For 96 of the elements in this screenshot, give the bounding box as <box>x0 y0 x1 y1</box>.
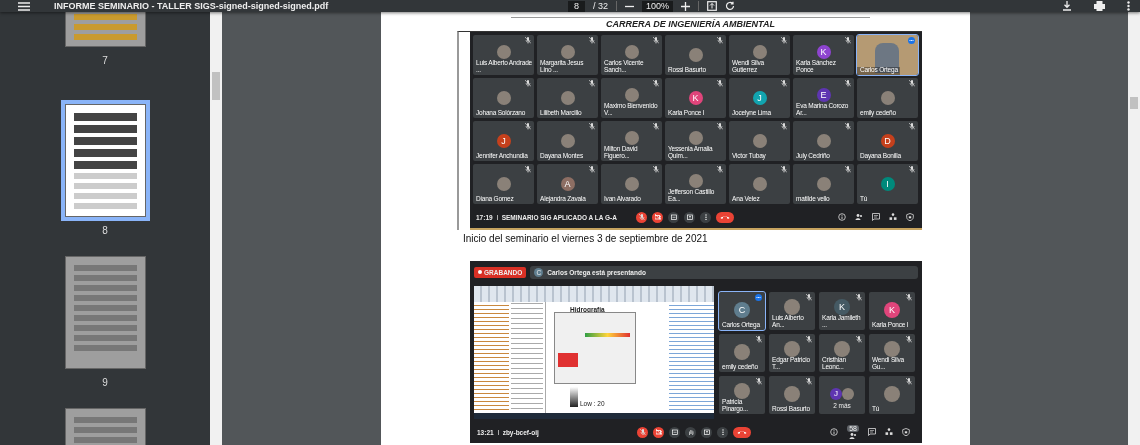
avatar-photo-placeholder <box>884 340 900 357</box>
zoom-in-icon[interactable] <box>681 1 691 11</box>
avatar-photo-placeholder <box>784 298 800 315</box>
hand-icon <box>687 428 694 436</box>
avatar-photo-placeholder <box>496 90 511 105</box>
people-icon[interactable] <box>855 213 863 221</box>
captions-icon <box>671 428 678 436</box>
image-caption: Inicio del seminario el viernes 3 de septiembre de 2021 <box>463 233 709 244</box>
avatar-photo-placeholder <box>624 44 639 59</box>
hang-up-button[interactable] <box>733 426 751 438</box>
avatar-letter: K <box>816 44 831 59</box>
avatar-photo-placeholder <box>784 385 800 402</box>
scrollbar[interactable] <box>1128 12 1140 445</box>
page-label: 8 <box>102 225 108 236</box>
avatar-letter: K <box>884 301 900 318</box>
avatar-letter: J <box>830 387 842 400</box>
more-button[interactable] <box>717 426 728 438</box>
shapes-icon[interactable] <box>885 428 893 436</box>
avatar-photo-placeholder <box>560 90 575 105</box>
avatar-photo-placeholder <box>734 382 750 399</box>
avatar-letter: K <box>688 90 703 105</box>
avatar-photo-placeholder <box>560 133 575 148</box>
avatar-photo-placeholder <box>834 340 850 357</box>
more-icon <box>702 213 709 221</box>
menu-icon[interactable] <box>18 1 30 11</box>
rotate-icon[interactable] <box>725 1 736 11</box>
avatar-photo-placeholder <box>816 133 831 148</box>
hang-up-button[interactable] <box>716 211 734 223</box>
present-button[interactable] <box>701 426 712 438</box>
avatar-letter: I <box>880 176 895 191</box>
avatar-photo-placeholder <box>496 44 511 59</box>
scrollbar[interactable] <box>210 12 222 445</box>
avatar-photo-placeholder <box>624 87 639 102</box>
avatar-photo-placeholder <box>842 387 854 400</box>
shield-lock-icon[interactable] <box>906 213 914 221</box>
avatar-photo-placeholder <box>560 44 575 59</box>
shapes-icon[interactable] <box>889 213 897 221</box>
avatar-photo-placeholder <box>752 44 767 59</box>
avatar-photo-placeholder <box>884 385 900 402</box>
avatar-photo-placeholder <box>734 343 750 360</box>
avatar-photo-placeholder <box>816 176 831 191</box>
avatar-photo-placeholder <box>624 130 639 145</box>
zoom-field[interactable]: 100% <box>642 0 674 12</box>
document-title: INFORME SEMINARIO - TALLER SIGS-signed-signed-signed.pdf <box>54 1 329 11</box>
chat-icon[interactable] <box>868 428 876 436</box>
avatar-letter: K <box>834 298 850 315</box>
captions-button[interactable] <box>668 211 679 223</box>
more-icon[interactable] <box>1127 1 1130 11</box>
people-icon[interactable] <box>849 431 858 440</box>
avatar-photo-placeholder <box>688 173 703 188</box>
more-icon <box>719 428 726 436</box>
page-label: 7 <box>102 55 108 66</box>
print-icon[interactable] <box>1094 1 1105 11</box>
avatar-letter: D <box>880 133 895 148</box>
avatar-photo-placeholder <box>496 176 511 191</box>
info-icon[interactable] <box>838 213 846 221</box>
shield-lock-icon[interactable] <box>902 428 910 436</box>
more-options-icon[interactable] <box>755 294 762 301</box>
captions-icon <box>670 213 677 221</box>
present-icon <box>703 428 710 436</box>
page-thumbnail[interactable] <box>64 12 146 47</box>
avatar-photo-placeholder <box>688 47 703 62</box>
avatar-photo-placeholder <box>752 176 767 191</box>
mic-off-button[interactable] <box>637 426 648 438</box>
page-heading: CARRERA DE INGENIERÍA AMBIENTAL <box>511 17 870 29</box>
captions-button[interactable] <box>669 426 680 438</box>
avatar-letter: J <box>752 90 767 105</box>
mic-off-icon <box>639 428 646 436</box>
raise-hand-button[interactable] <box>685 426 696 438</box>
camera-off-icon <box>654 213 661 221</box>
avatar-photo-placeholder <box>784 340 800 357</box>
avatar-photo-placeholder <box>688 130 703 145</box>
page-label: 9 <box>102 377 108 388</box>
mic-off-icon <box>638 213 645 221</box>
camera-off-icon <box>655 428 662 436</box>
page-count: / 32 <box>593 1 609 11</box>
fit-page-icon[interactable] <box>707 1 718 11</box>
download-icon[interactable] <box>1062 1 1072 11</box>
avatar-photo-placeholder <box>752 133 767 148</box>
gradient-legend <box>570 387 578 407</box>
avatar-letter: J <box>496 133 511 148</box>
chat-icon[interactable] <box>872 213 880 221</box>
avatar-photo-placeholder <box>624 176 639 191</box>
present-icon <box>686 213 693 221</box>
page-thumbnail[interactable] <box>64 256 146 369</box>
camera-off-button[interactable] <box>652 211 663 223</box>
mic-off-button[interactable] <box>636 211 647 223</box>
info-icon[interactable] <box>830 428 839 436</box>
page-number-field[interactable]: 8 <box>568 0 585 12</box>
avatar-letter: C <box>734 301 750 318</box>
camera-off-button[interactable] <box>653 426 664 438</box>
more-button[interactable] <box>700 211 711 223</box>
avatar-photo-placeholder <box>880 90 895 105</box>
avatar-letter: E <box>816 87 831 102</box>
avatar-letter: A <box>560 176 575 191</box>
present-button[interactable] <box>684 211 695 223</box>
